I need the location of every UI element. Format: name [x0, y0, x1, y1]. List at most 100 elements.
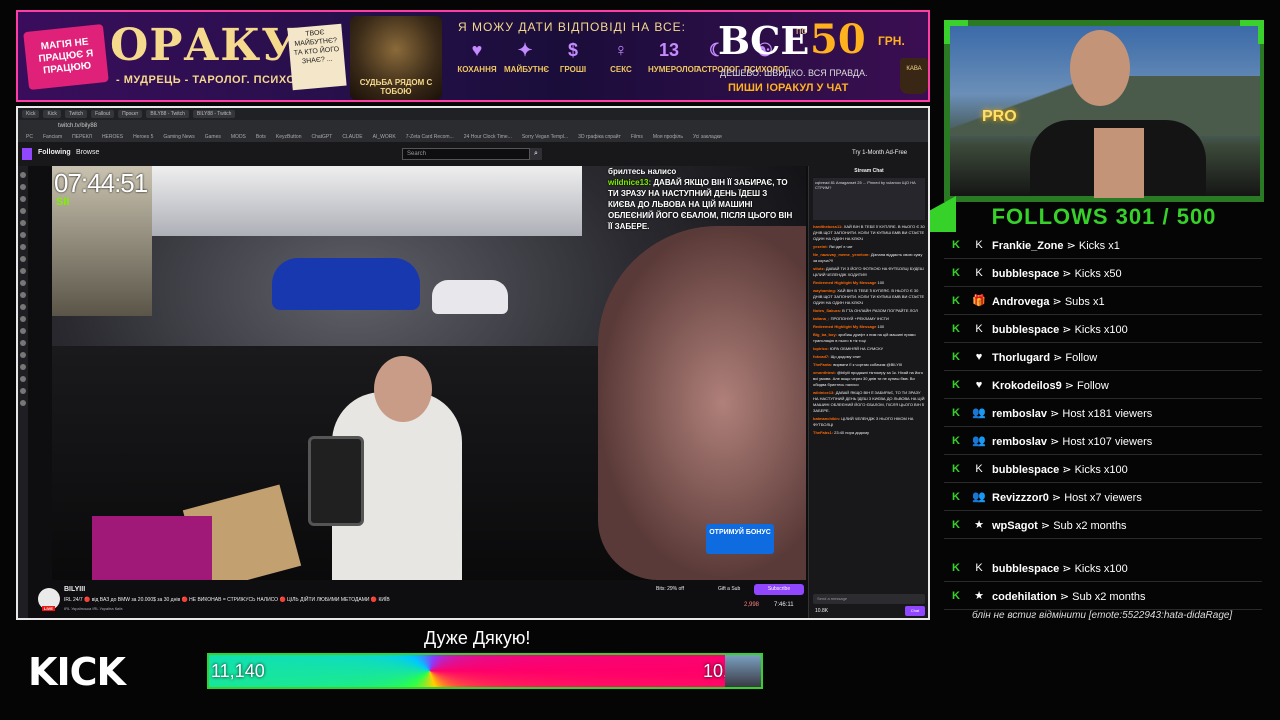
event-row: K Kbubblespace ⋗ Kicks x50 [944, 260, 1262, 287]
overlay-user: wildnice13: [608, 178, 652, 187]
browser-tab[interactable]: Fallout [91, 110, 115, 118]
event-action: Follow [1065, 351, 1098, 364]
kick-bullet-icon: K [952, 463, 960, 475]
event-user: Thorlugard [992, 351, 1051, 364]
chat-user[interactable]: xmonthtest: [813, 370, 836, 375]
event-user: wpSagot [992, 519, 1038, 532]
event-row: K ★ codehilation ⋗ Sub x2 months [944, 583, 1262, 610]
kick-bullet-icon: K [952, 562, 960, 574]
twitch-logo-icon[interactable] [22, 148, 32, 160]
bookmark-item[interactable]: HEROES [102, 134, 123, 140]
chat-text: 100 [877, 280, 885, 285]
neon-sign: PRO [982, 108, 1017, 125]
bookmark-item[interactable]: Моя профіль [653, 134, 683, 140]
twitch-top-nav: Following Browse Search ⌕ Try 1-Month Ad… [18, 142, 928, 166]
chat-user[interactable]: TheFanta: [813, 362, 832, 367]
chat-user[interactable]: Ne_nazuvay_meme_yenelom: [813, 252, 870, 257]
bookmark-item[interactable]: Bots [256, 134, 266, 140]
chat-user[interactable]: Redeemed Highlight My Message [813, 324, 876, 329]
stream-tags[interactable]: IRL Українська IRL Україна Київ [64, 606, 123, 611]
bookmark-item[interactable]: ChatGPT [311, 134, 332, 140]
streamer-name[interactable]: BILYIII [64, 586, 85, 593]
browser-tab[interactable]: Kick [22, 110, 40, 118]
event-row: K ♥ Krokodeilos9 ⋗ Follow [944, 372, 1262, 399]
browser-tab[interactable]: BILY88 - Twitch [146, 110, 189, 118]
chat-user[interactable]: Notes_Sakura: [813, 308, 841, 313]
ad-free-button[interactable]: Try 1-Month Ad-Free [852, 150, 907, 156]
bookmark-item[interactable]: AI_WORK [373, 134, 396, 140]
stream-info-bar: LIVE BILYIII IRL 24/7 🔴 від ВАЗ до BMW з… [28, 580, 806, 618]
event-feed: K K Frankie_Zone ⋗ Kicks x1 K Kbubblespace ⋗… [944, 232, 1262, 702]
chat-text: вирвати її к чортам собачим @BILYIII [833, 362, 903, 367]
bookmark-item[interactable]: CLAUDE [342, 134, 362, 140]
bookmark-item[interactable]: 3D графіка спрайт [578, 134, 621, 140]
browser-tab[interactable]: Проєкт [118, 110, 143, 118]
bookmark-item[interactable]: Sorry Vegan Templ... [522, 134, 568, 140]
chat-line: TheFabs1: 23:40 пора додому [813, 430, 927, 436]
event-text: Krokodeilos9 ⋗ Follow [992, 379, 1109, 392]
kick-bullet-icon: K [952, 491, 960, 503]
star-icon: ★ [974, 519, 984, 531]
chat-user[interactable]: Big_ba_boy: [813, 332, 837, 337]
nav-browse[interactable]: Browse [76, 149, 99, 156]
topic-3: ♀ СЕКС [600, 40, 642, 74]
bookmark-item[interactable]: Усі закладки [693, 134, 722, 140]
banner-question: Я МОЖУ ДАТИ ВІДПОВІДІ НА ВСЕ: [458, 20, 687, 34]
kick-logo: KICK [28, 650, 126, 694]
bookmark-item[interactable]: MODS [231, 134, 246, 140]
bookmark-item[interactable]: PC [26, 134, 33, 140]
event-row: K Kbubblespace ⋗ Kicks x100 [944, 316, 1262, 343]
chat-user[interactable]: hardtheboss11: [813, 224, 843, 229]
event-user: Revizzzor0 [992, 491, 1049, 504]
gift-sub-button[interactable]: Gift a Sub [718, 586, 740, 592]
browser-tab[interactable]: BILY88 - Twitch [192, 110, 236, 118]
heart-icon: ♥ [975, 379, 983, 391]
bookmark-item[interactable]: Games [205, 134, 221, 140]
bits-button[interactable]: Bits: 29% off [656, 586, 684, 592]
chat-user[interactable]: stlutz: [813, 266, 825, 271]
chat-text: ПРОПОНУЙ +РЕКЛАМУ ІНСТИ [830, 316, 889, 321]
chat-input[interactable]: Send a message [813, 594, 925, 604]
chat-user[interactable]: wildnice13: [813, 390, 835, 395]
bookmark-item[interactable]: Heroes 5 [133, 134, 153, 140]
bookmark-item[interactable]: KeyzButton [276, 134, 302, 140]
browser-tab[interactable]: Twitch [64, 110, 88, 118]
bonus-promo[interactable]: ОТРИМУЙ БОНУС [706, 524, 774, 554]
topic-label: ГРОШІ [559, 65, 587, 74]
chat-user[interactable]: TheFabs1: [813, 430, 833, 435]
chat-text: ДАВАЙ ТИ З ЙОГО ФОТКОЮ НА ФУТБОЛЦІ БУДЕШ… [813, 266, 924, 277]
bookmark-item[interactable]: 24 Hour Clock Time... [464, 134, 512, 140]
channel-points[interactable]: 10.8K [815, 608, 828, 614]
chat-text: ЮРА ОБМІНЯЙ НА СУМСКУ [829, 346, 884, 351]
chat-line: xmonthtest: @bilyiii продажні тіктокеру … [813, 370, 927, 388]
address-bar[interactable]: twitch.tv/bily88 [18, 120, 928, 132]
host-icon: 👥 [972, 491, 986, 503]
chat-user[interactable]: tatiana_: [813, 316, 829, 321]
chat-user[interactable]: batmanchikin: [813, 416, 840, 421]
subscribe-button[interactable]: Subscribe [754, 584, 804, 595]
search-input[interactable]: Search [402, 148, 530, 160]
chat-user[interactable]: yezeint: [813, 244, 828, 249]
nav-following[interactable]: Following [38, 149, 71, 156]
chat-user[interactable]: lopirico: [813, 346, 829, 351]
search-icon[interactable]: ⌕ [530, 148, 542, 160]
chat-user[interactable]: wayhaming: [813, 288, 836, 293]
banner-card: ТВОЄ МАЙБУТНЄ? ТА КТО ЙОГО ЗНАЄ? ... [287, 23, 347, 91]
bookmark-item[interactable]: ПЕРЕКЛ [72, 134, 92, 140]
bookmark-item[interactable]: 7-Zeta Card Recom... [406, 134, 454, 140]
bookmark-item[interactable]: Films [631, 134, 643, 140]
chat-send-button[interactable]: Chat [905, 606, 925, 616]
banner-cheap: ДЕШЕВО. ШВИДКО. ВСЯ ПРАВДА. [720, 68, 868, 78]
stream-chat: Stream Chat cqbread 81 Amaganset 25 ... … [808, 166, 928, 618]
event-action: Sub x2 months [1053, 519, 1127, 532]
event-user: bubblespace [992, 463, 1060, 476]
chat-user[interactable]: fokvad7: [813, 354, 829, 359]
bookmark-item[interactable]: Fanciam [43, 134, 62, 140]
chat-user[interactable]: Redeemed Highlight My Message [813, 280, 876, 285]
bookmark-item[interactable]: Gaming News [163, 134, 194, 140]
browser-tab[interactable]: Kick [43, 110, 61, 118]
event-action: Subs x1 [1064, 295, 1105, 308]
event-user: codehilation [992, 590, 1057, 603]
chat-line: Ne_nazuvay_meme_yenelom: Дізнана віддаст… [813, 252, 927, 264]
kick-bullet-icon: K [952, 323, 960, 335]
